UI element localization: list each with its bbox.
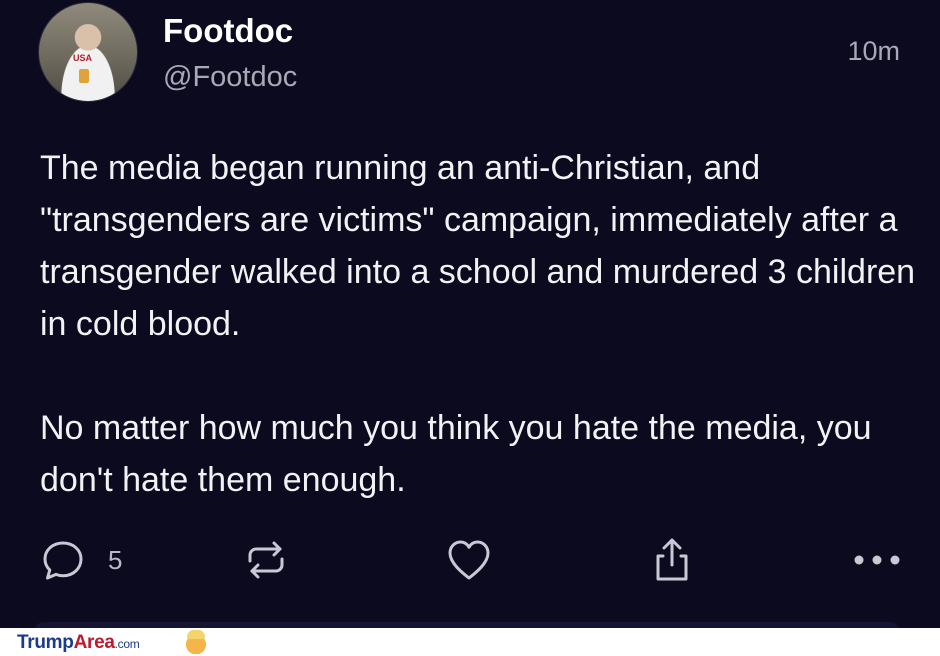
avatar-cup: [79, 69, 89, 83]
repost-button[interactable]: [242, 532, 290, 588]
like-icon: [448, 540, 490, 580]
watermark-face-icon: [185, 630, 207, 654]
user-handle[interactable]: @Footdoc: [163, 61, 297, 94]
avatar[interactable]: USA: [38, 2, 138, 102]
post-body: The media began running an anti-Christia…: [40, 142, 920, 506]
watermark-brand-suffix: .com: [114, 637, 140, 651]
post-paragraph-2: No matter how much you think you hate th…: [40, 409, 872, 499]
display-name[interactable]: Footdoc: [163, 12, 293, 50]
like-button[interactable]: [444, 532, 494, 588]
watermark-brand-part2: Area: [73, 632, 115, 653]
share-icon: [656, 538, 688, 581]
avatar-shirt-text: USA: [73, 53, 93, 63]
post-timestamp: 10m: [847, 36, 900, 66]
share-button[interactable]: [648, 532, 696, 588]
reply-icon: [43, 541, 83, 580]
reply-button[interactable]: 5: [40, 532, 122, 588]
more-options-button[interactable]: [852, 532, 906, 588]
post-card: USA Footdoc @Footdoc 10m The media began…: [0, 0, 940, 632]
watermark-bar: TrumpArea.com: [0, 628, 940, 656]
watermark-logo: TrumpArea.com: [17, 632, 140, 654]
repost-icon: [248, 541, 284, 579]
action-bar: 5: [0, 532, 940, 592]
reply-count: 5: [108, 544, 123, 575]
watermark-brand-part1: Trump: [17, 632, 74, 653]
post-paragraph-1: The media began running an anti-Christia…: [40, 149, 916, 343]
more-icon: [854, 555, 900, 565]
